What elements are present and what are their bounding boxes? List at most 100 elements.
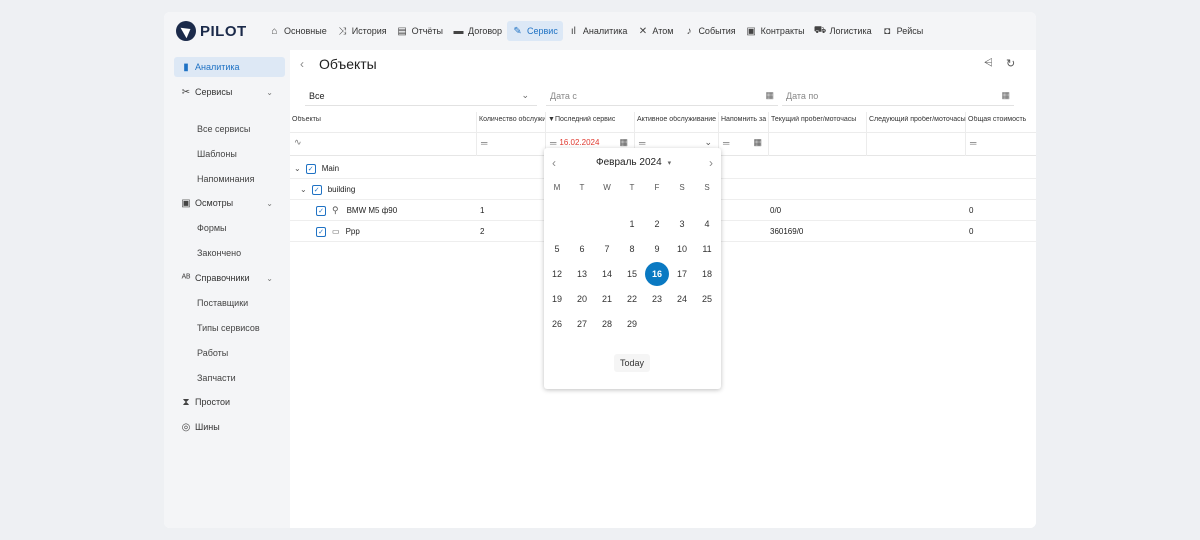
chevron-right-icon[interactable]: › <box>709 156 713 170</box>
nav-item-10[interactable]: ◘ Рейсы <box>877 21 929 41</box>
row-name: Ppp <box>345 227 360 236</box>
sidebar-subitem-forms[interactable]: Формы <box>197 221 227 235</box>
calendar-day[interactable]: 18 <box>695 262 719 286</box>
today-button[interactable]: Today <box>614 354 650 372</box>
calendar-icon[interactable]: ▦ <box>765 90 774 101</box>
nav-item-9[interactable]: ⛟ Логистика <box>810 21 877 41</box>
checkbox-checked[interactable]: ✓ <box>316 226 326 237</box>
chevron-down-icon[interactable]: ⌄ <box>300 185 307 194</box>
column-objects[interactable]: Объекты ∿ <box>290 112 477 156</box>
selected-day[interactable]: 16 <box>645 262 669 286</box>
nav-item-4[interactable]: ✎ Сервис <box>507 21 563 41</box>
calendar-day[interactable]: 15 <box>620 262 644 286</box>
calendar-day[interactable]: 10 <box>670 237 694 261</box>
column-current-mileage[interactable]: Текущий пробег/моточасы <box>769 112 867 156</box>
pilot-logo[interactable]: PILOT <box>176 20 247 42</box>
calendar-day[interactable]: 14 <box>595 262 619 286</box>
sidebar-subitem-works[interactable]: Работы <box>197 346 228 360</box>
nav-item-6[interactable]: ✕ Атом <box>632 21 678 41</box>
sidebar-subitem-reminders[interactable]: Напоминания <box>197 172 254 186</box>
sidebar-item-services[interactable]: ✂ Сервисы ⌄ <box>174 82 285 102</box>
calendar-icon[interactable]: ▦ <box>753 137 762 148</box>
equals-filter-icon: ═ <box>970 137 977 148</box>
sidebar-item-tires[interactable]: ◎ Шины <box>174 417 285 437</box>
sidebar-subitem-parts[interactable]: Запчасти <box>197 371 236 385</box>
date-to-field[interactable]: Дата по ▦ <box>782 86 1014 106</box>
calendar-icon[interactable]: ▦ <box>619 137 628 148</box>
nav-item-0[interactable]: ⌂ Основные <box>264 21 332 41</box>
sidebar-item-analytics[interactable]: ▮ Аналитика <box>174 57 285 77</box>
column-label: ▼Последний сервис <box>548 116 615 123</box>
column-filter[interactable]: ═ ▦ <box>719 132 768 152</box>
nav-item-2[interactable]: ▤ Отчёты <box>392 21 448 41</box>
sidebar-item-references[interactable]: ᴬᴮ Справочники ⌄ <box>174 268 285 288</box>
refresh-icon[interactable]: ↻ <box>1006 57 1015 70</box>
calendar-day[interactable]: 6 <box>570 237 594 261</box>
calendar-day[interactable]: 27 <box>570 312 594 336</box>
calendar-day[interactable]: 19 <box>545 287 569 311</box>
calendar-icon[interactable]: ▦ <box>1001 90 1010 101</box>
column-service-count[interactable]: Количество обслуживаний ═ <box>477 112 546 156</box>
calendar-day[interactable]: 12 <box>545 262 569 286</box>
column-filter[interactable] <box>769 132 866 152</box>
chevron-down-icon[interactable]: ⌄ <box>294 164 301 173</box>
calendar-day[interactable]: 13 <box>570 262 594 286</box>
weekday-label: T <box>579 183 585 192</box>
sidebar-subitem-all-services[interactable]: Все сервисы <box>197 122 250 136</box>
equals-filter-icon: ═ <box>639 137 646 148</box>
column-filter[interactable]: ═ <box>966 132 1036 152</box>
sidebar-item-label: Справочники <box>195 273 250 283</box>
sidebar-item-inspections[interactable]: ▣ Осмотры ⌄ <box>174 193 285 213</box>
calendar-day[interactable]: 25 <box>695 287 719 311</box>
equals-filter-icon: ═ <box>723 137 730 148</box>
calendar-day[interactable]: 8 <box>620 237 644 261</box>
column-total-cost[interactable]: Общая стоимость ═ <box>966 112 1036 156</box>
calendar-day[interactable]: 22 <box>620 287 644 311</box>
nav-item-3[interactable]: ▬ Договор <box>448 21 507 41</box>
calendar-day[interactable]: 28 <box>595 312 619 336</box>
column-filter[interactable]: ═ <box>477 132 545 152</box>
nav-item-8[interactable]: ▣ Контракты <box>741 21 810 41</box>
calendar-day[interactable]: 29 <box>620 312 644 336</box>
calendar-day[interactable]: 20 <box>570 287 594 311</box>
column-filter[interactable]: ∿ <box>290 132 476 152</box>
calendar-day[interactable]: 4 <box>695 212 719 236</box>
back-chevron-icon[interactable]: ‹ <box>300 57 304 71</box>
calendar-day[interactable]: 11 <box>695 237 719 261</box>
month-label: Февраль 2024 <box>596 157 662 168</box>
calendar-day[interactable]: 21 <box>595 287 619 311</box>
month-year-selector[interactable]: Февраль 2024 ▾ <box>596 157 671 168</box>
calendar-day[interactable]: 9 <box>645 237 669 261</box>
sidebar-item-downtime[interactable]: ⧗ Простои <box>174 392 285 412</box>
calendar-day[interactable]: 24 <box>670 287 694 311</box>
clear-filter-icon[interactable]: ⩤ <box>984 57 993 70</box>
object-filter-select[interactable]: Все ⌄ <box>305 86 537 106</box>
checkbox-checked[interactable]: ✓ <box>305 163 316 174</box>
column-label: Общая стоимость <box>968 116 1027 123</box>
chevron-left-icon[interactable]: ‹ <box>552 156 556 170</box>
row-name: Main <box>321 164 340 173</box>
checkbox-checked[interactable]: ✓ <box>311 184 322 195</box>
checkbox-checked[interactable]: ✓ <box>316 205 326 216</box>
calendar-day[interactable]: 7 <box>595 237 619 261</box>
calendar-day[interactable]: 23 <box>645 287 669 311</box>
calendar-day[interactable]: 2 <box>645 212 669 236</box>
nav-item-5[interactable]: ıl Аналитика <box>563 21 633 41</box>
calendar-day[interactable]: 26 <box>545 312 569 336</box>
current-mileage-cell: 360169/0 <box>770 227 804 236</box>
date-from-field[interactable]: Дата с ▦ <box>546 86 778 106</box>
calendar-day[interactable]: 17 <box>670 262 694 286</box>
sidebar-subitem-service-types[interactable]: Типы сервисов <box>197 321 260 335</box>
calendar-day[interactable]: 3 <box>670 212 694 236</box>
sidebar-subitem-suppliers[interactable]: Поставщики <box>197 296 248 310</box>
column-remind[interactable]: Напомнить за ═ ▦ <box>719 112 769 156</box>
sidebar-subitem-completed[interactable]: Закончено <box>197 246 241 260</box>
nav-item-7[interactable]: ♪ События <box>678 21 740 41</box>
calendar-day[interactable]: 5 <box>545 237 569 261</box>
date-from-placeholder: Дата с <box>550 90 577 101</box>
column-filter[interactable] <box>867 132 965 152</box>
calendar-day[interactable]: 1 <box>620 212 644 236</box>
sidebar-subitem-templates[interactable]: Шаблоны <box>197 147 237 161</box>
column-next-mileage[interactable]: Следующий пробег/моточасы <box>867 112 966 156</box>
nav-item-1[interactable]: ⤨ История <box>332 21 392 41</box>
